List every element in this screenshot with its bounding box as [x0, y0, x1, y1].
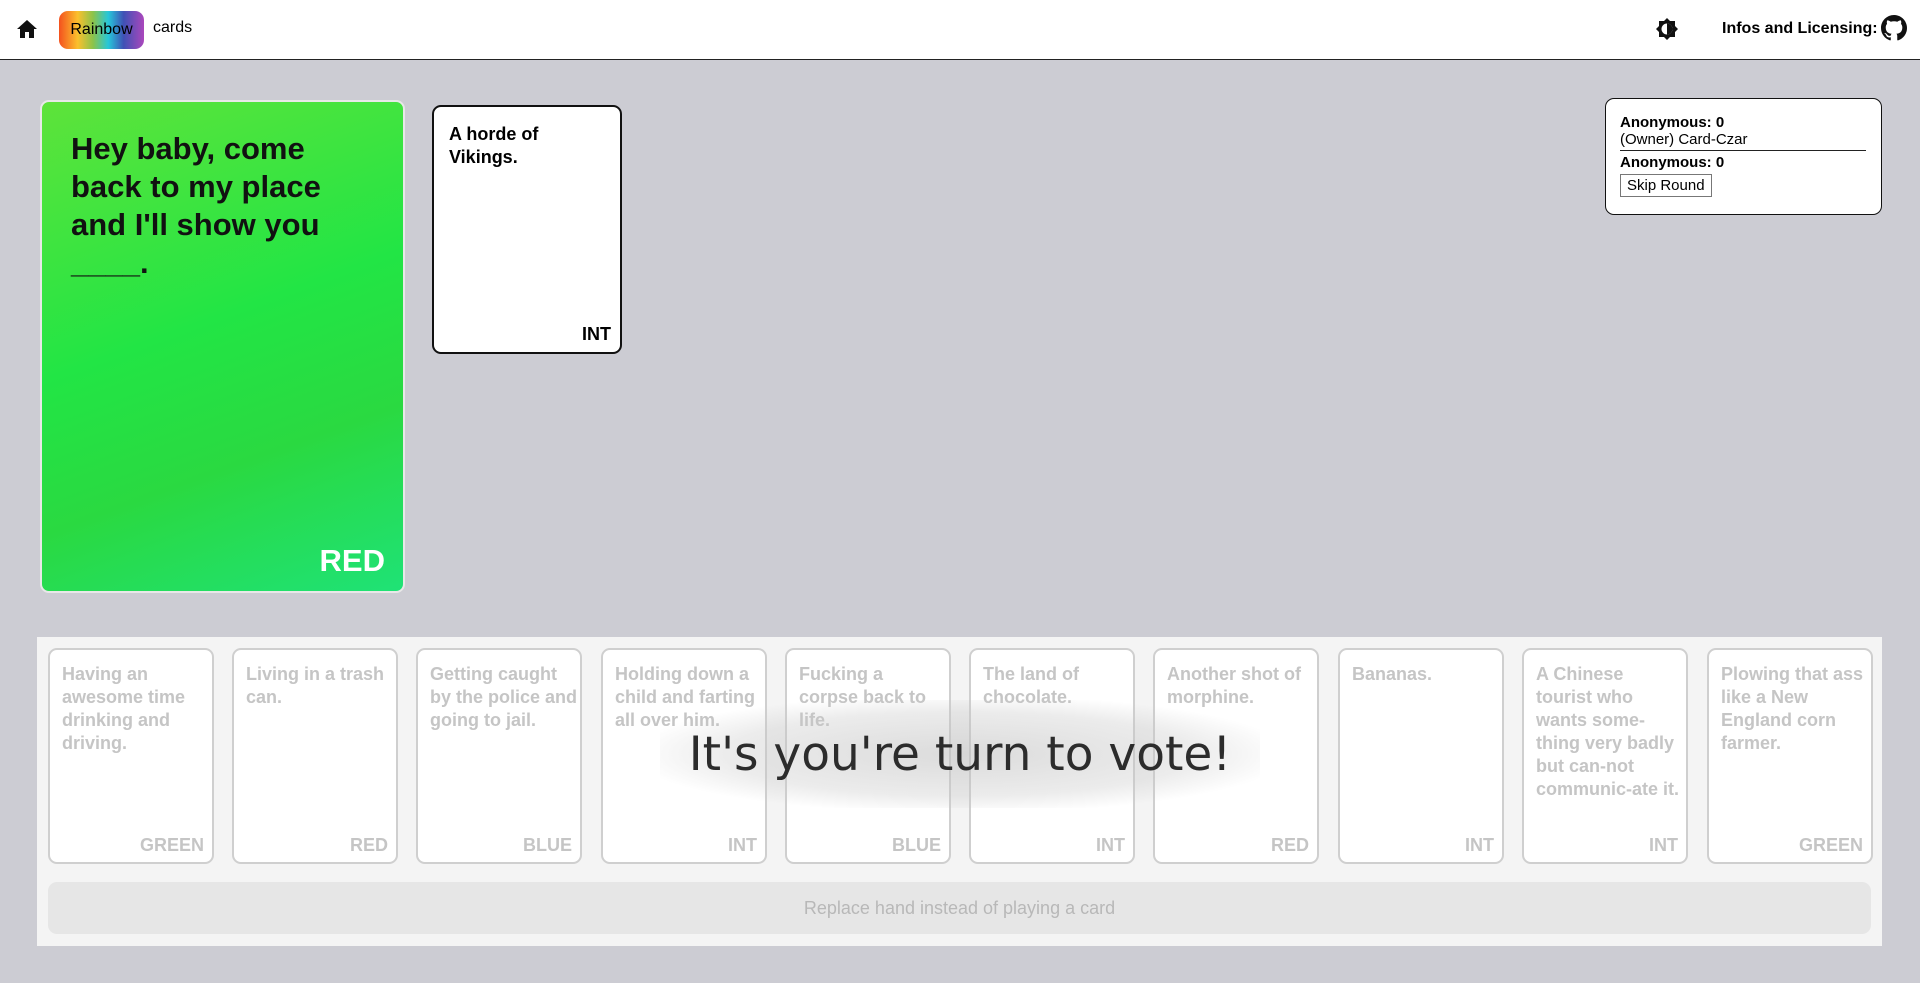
played-card-text: A horde of Vikings. — [449, 124, 539, 167]
hand-card-text: Another shot of morphine. — [1167, 664, 1301, 707]
brand-suffix: cards — [153, 19, 193, 36]
brightness-icon — [1656, 18, 1678, 40]
player-score: Anonymous: 0 — [1620, 154, 1725, 171]
hand-card-text: The land of chocolate. — [983, 664, 1079, 707]
hand-card-text: Living in a trash can. — [246, 664, 385, 707]
played-card-tag: INT — [582, 324, 611, 344]
hand-card-tag: BLUE — [892, 835, 941, 855]
hand-card-text: A Chinese tourist who wants some-thing v… — [1536, 664, 1680, 799]
skip-round-button[interactable]: Skip Round — [1620, 174, 1712, 197]
home-button[interactable] — [14, 16, 40, 42]
hand-card[interactable]: Bananas. INT — [1338, 648, 1504, 864]
hand-card-tag: INT — [1649, 835, 1678, 855]
hand-card[interactable]: Plowing that ass like a New England corn… — [1707, 648, 1873, 864]
hand-card-tag: GREEN — [139, 835, 204, 855]
hand-card-text: Having an awesome time drinking and driv… — [62, 664, 186, 753]
played-answer-card[interactable]: A horde of Vikings. INT — [432, 105, 622, 354]
replace-hand-button[interactable]: Replace hand instead of playing a card — [48, 882, 1871, 934]
hand-card[interactable]: The land of chocolate. INT — [969, 648, 1135, 864]
player-role: (Owner) Card-Czar — [1620, 131, 1866, 151]
hand-card-tag: INT — [1465, 835, 1494, 855]
github-link[interactable] — [1881, 15, 1907, 41]
hand-card-text: Getting caught by the police and going t… — [430, 664, 578, 730]
hand-card[interactable]: Fucking a corpse back to life. BLUE — [785, 648, 951, 864]
infos-licensing-link[interactable]: Infos and Licensing: — [1722, 20, 1878, 38]
hand-card[interactable]: Getting caught by the police and going t… — [416, 648, 582, 864]
hand-card[interactable]: Holding down a child and farting all ove… — [601, 648, 767, 864]
hand-card-tag: INT — [728, 835, 757, 855]
hand-card-tag: BLUE — [523, 835, 572, 855]
hand-card-tag: RED — [349, 835, 388, 855]
hand-card-tag: RED — [1270, 835, 1309, 855]
hand-card-tag: GREEN — [1798, 835, 1863, 855]
hand-card[interactable]: Another shot of morphine. RED — [1153, 648, 1319, 864]
brand-logo-pill[interactable]: Rainbow — [59, 11, 144, 49]
hand-card-text: Plowing that ass like a New England corn… — [1721, 664, 1864, 753]
prompt-card-text: Hey baby, come back to my place and I'll… — [71, 131, 321, 280]
home-icon — [17, 20, 37, 38]
hand-card-text: Bananas. — [1352, 664, 1433, 684]
theme-toggle-button[interactable] — [1654, 16, 1680, 42]
hand-card[interactable]: Having an awesome time drinking and driv… — [48, 648, 214, 864]
hand-card-text: Holding down a child and farting all ove… — [615, 664, 756, 730]
scoreboard-panel: Anonymous: 0 (Owner) Card-Czar Anonymous… — [1605, 98, 1882, 215]
prompt-card-color-tag: RED — [319, 543, 385, 578]
player-score: Anonymous: 0 — [1620, 114, 1725, 131]
hand-card[interactable]: A Chinese tourist who wants some-thing v… — [1522, 648, 1688, 864]
hand-area: Having an awesome time drinking and driv… — [37, 637, 1882, 946]
hand-card[interactable]: Living in a trash can. RED — [232, 648, 398, 864]
github-icon — [1881, 15, 1907, 41]
top-nav-bar: Rainbow cards Infos and Licensing: — [0, 0, 1920, 60]
hand-card-tag: INT — [1096, 835, 1125, 855]
prompt-card: Hey baby, come back to my place and I'll… — [40, 100, 405, 593]
brand-name: Rainbow — [70, 21, 133, 38]
hand-card-text: Fucking a corpse back to life. — [799, 664, 927, 730]
